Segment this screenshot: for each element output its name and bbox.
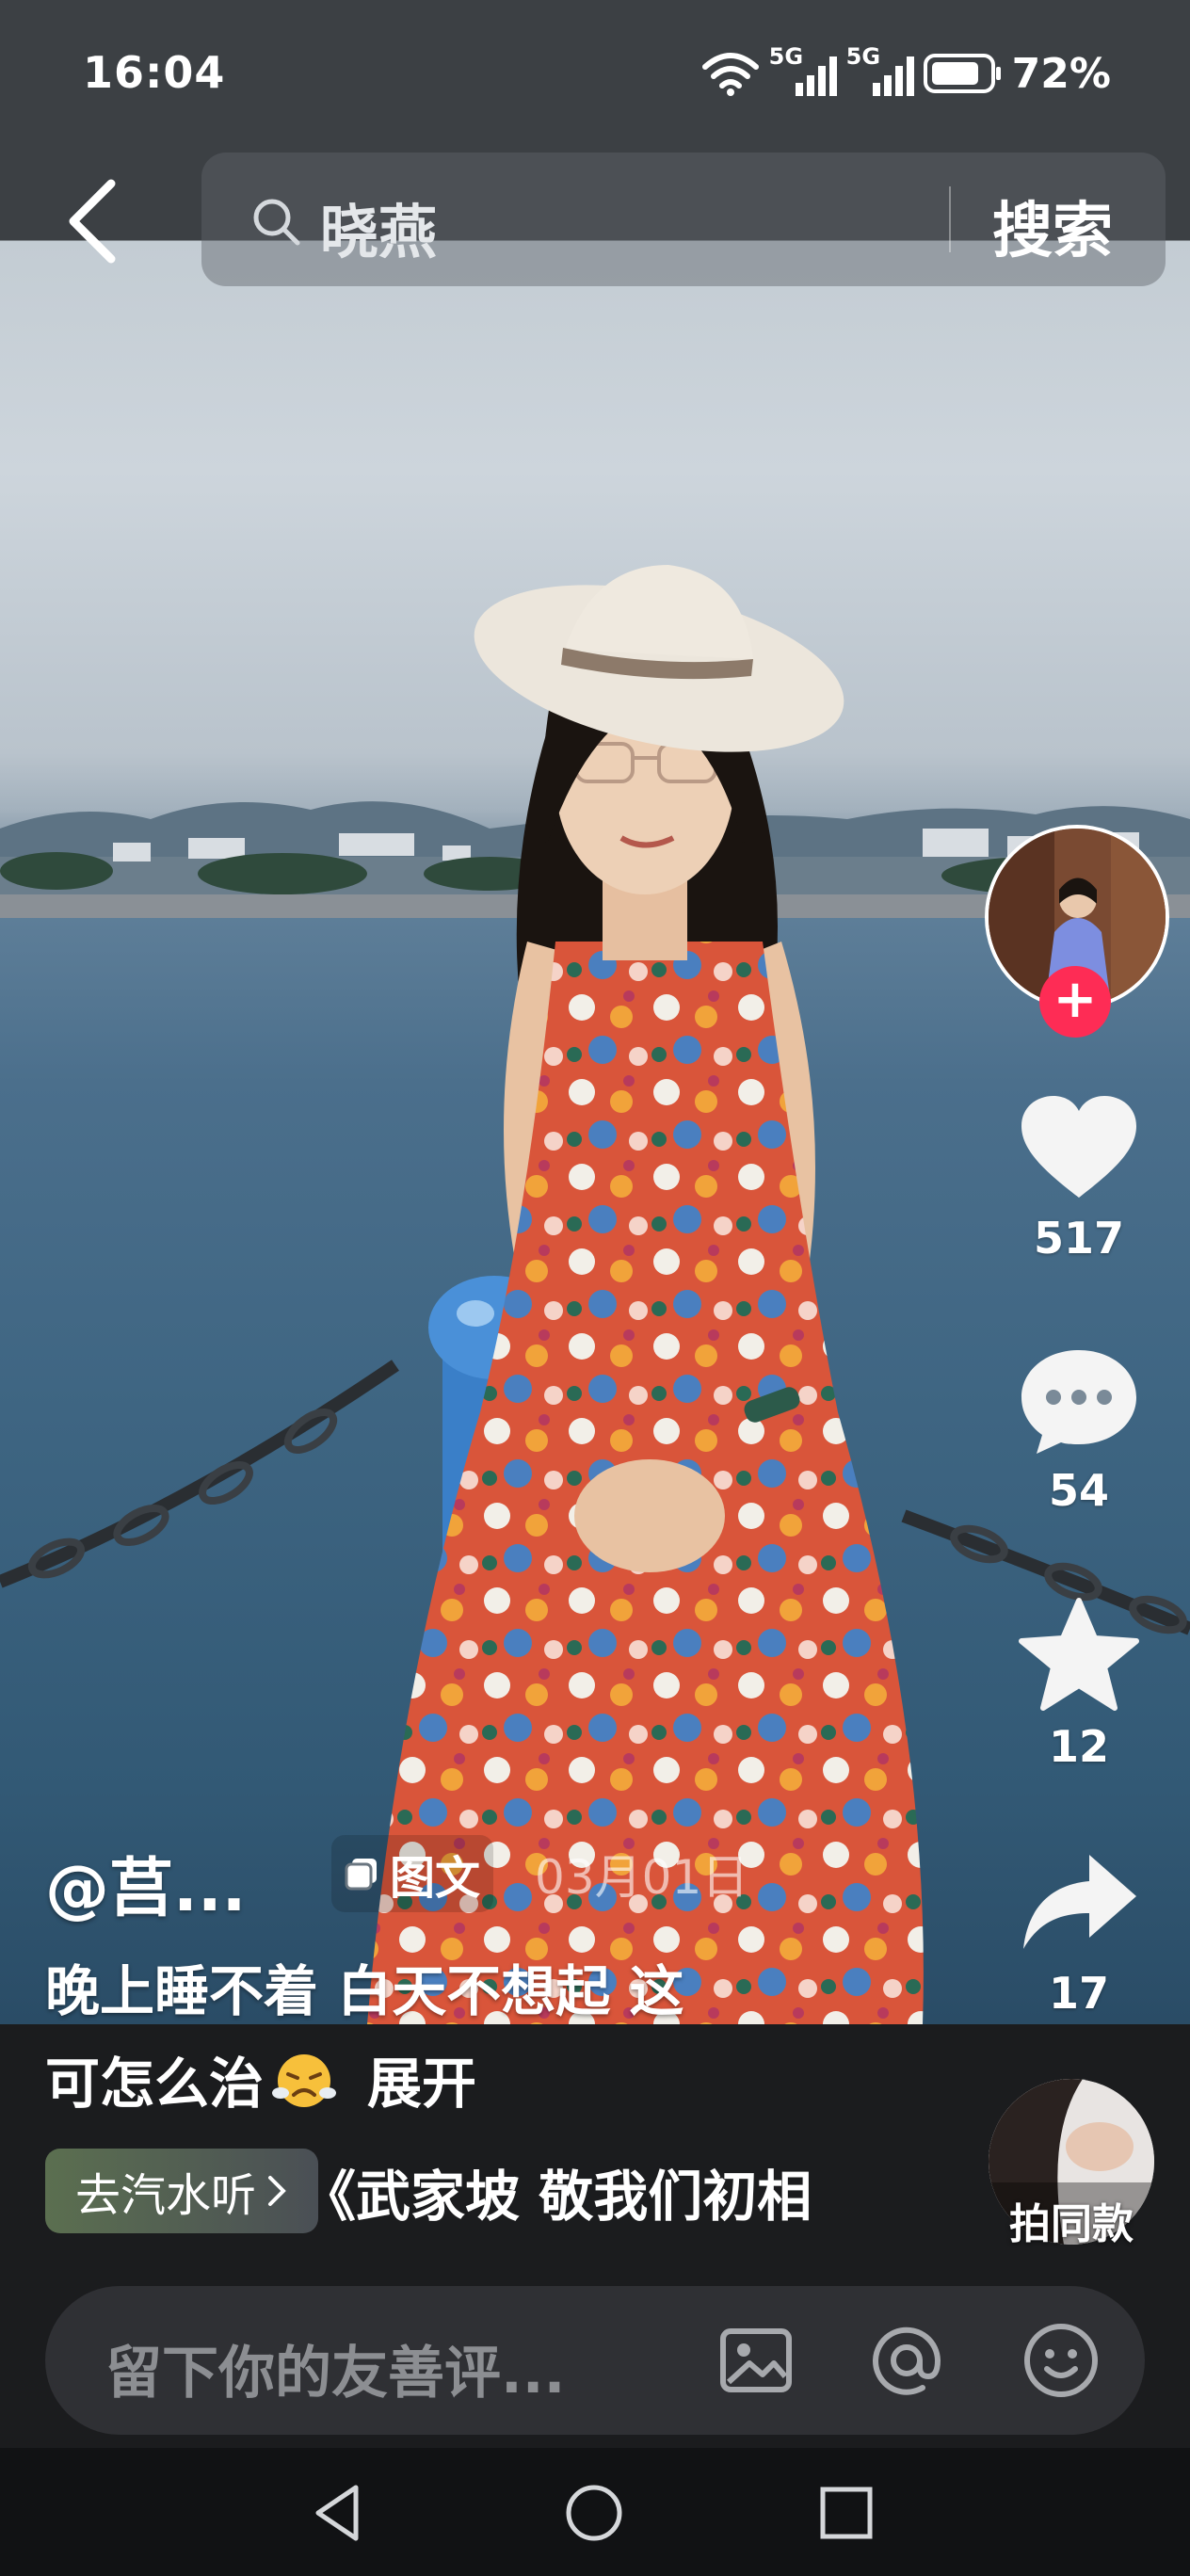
favorite-action[interactable]: 12 (1004, 1597, 1154, 1772)
battery-percent: 72% (1011, 49, 1111, 98)
nav-home-icon[interactable] (561, 2480, 627, 2546)
person-illustration (367, 565, 924, 2024)
nav-back-icon[interactable] (307, 2480, 373, 2546)
caption-text: 晚上睡不着 白天不想起 这 (45, 1959, 684, 2023)
open-in-qishui-label: 去汽水听 (74, 2169, 256, 2222)
like-count: 517 (1033, 1213, 1125, 1264)
author-name[interactable]: @莒... (45, 1836, 247, 1929)
expand-button[interactable]: 展开 (367, 2039, 476, 2118)
favorite-count: 12 (1048, 1721, 1109, 1772)
music-title-marquee[interactable]: 《武家坡 敬我们初相 (328, 2152, 855, 2237)
share-icon[interactable] (1018, 1847, 1140, 1960)
system-nav-bar (0, 2448, 1190, 2576)
emoji-icon[interactable] (1021, 2320, 1102, 2401)
post-type-tag: 图文 (331, 1835, 494, 1912)
share-count: 17 (1048, 1968, 1109, 2019)
post-type-label: 图文 (390, 1852, 481, 1905)
battery-icon (923, 54, 1001, 93)
post-date: 03月01日 (535, 1850, 749, 1905)
use-template-label: 拍同款 (1009, 2200, 1134, 2248)
search-icon (253, 199, 300, 246)
comment-input[interactable]: 留下你的友善评... (105, 2327, 565, 2409)
status-icons: 5G 5G 72% (701, 43, 1111, 102)
wifi-icon (701, 53, 759, 96)
comment-icon[interactable] (1018, 1344, 1140, 1457)
image-text-icon (345, 1859, 377, 1891)
star-icon[interactable] (1018, 1597, 1140, 1714)
comment-action[interactable]: 54 (1004, 1344, 1154, 1516)
follow-button[interactable]: + (1039, 966, 1111, 1038)
back-icon[interactable] (56, 174, 132, 268)
heart-icon[interactable] (1018, 1092, 1140, 1205)
comment-bar: 留下你的友善评... (45, 2286, 1145, 2435)
signal-icon: 5G (846, 43, 914, 102)
search-divider (949, 186, 951, 252)
like-action[interactable]: 517 (1004, 1092, 1154, 1264)
image-icon[interactable] (716, 2320, 796, 2401)
music-title: 《武家坡 敬我们初相 (328, 2165, 812, 2229)
use-template-button[interactable]: 拍同款 (989, 2079, 1154, 2248)
caption-text-continued: 可怎么治 (45, 2052, 265, 2116)
comment-count: 54 (1048, 1465, 1109, 1516)
search-button[interactable]: 搜索 (992, 183, 1113, 269)
search-bar[interactable]: 晓燕 搜索 (201, 153, 1166, 286)
tired-face-emoji-icon (272, 2054, 337, 2107)
status-bar: 16:04 5G 5G 72% (0, 0, 1190, 151)
chevron-right-icon (268, 2176, 286, 2206)
share-action[interactable]: 17 (1004, 1847, 1154, 2019)
post-meta: 图文 03月01日 (331, 1835, 749, 1912)
nav-recents-icon[interactable] (813, 2480, 879, 2546)
caption-text-line2: 可怎么治 展开 (45, 2039, 476, 2118)
search-input[interactable]: 晓燕 (320, 185, 437, 269)
status-time: 16:04 (83, 47, 226, 98)
signal-icon: 5G (769, 43, 837, 102)
at-icon[interactable] (866, 2320, 947, 2401)
open-in-qishui-button[interactable]: 去汽水听 (45, 2149, 318, 2233)
author-avatar-group[interactable]: + (985, 825, 1169, 1038)
